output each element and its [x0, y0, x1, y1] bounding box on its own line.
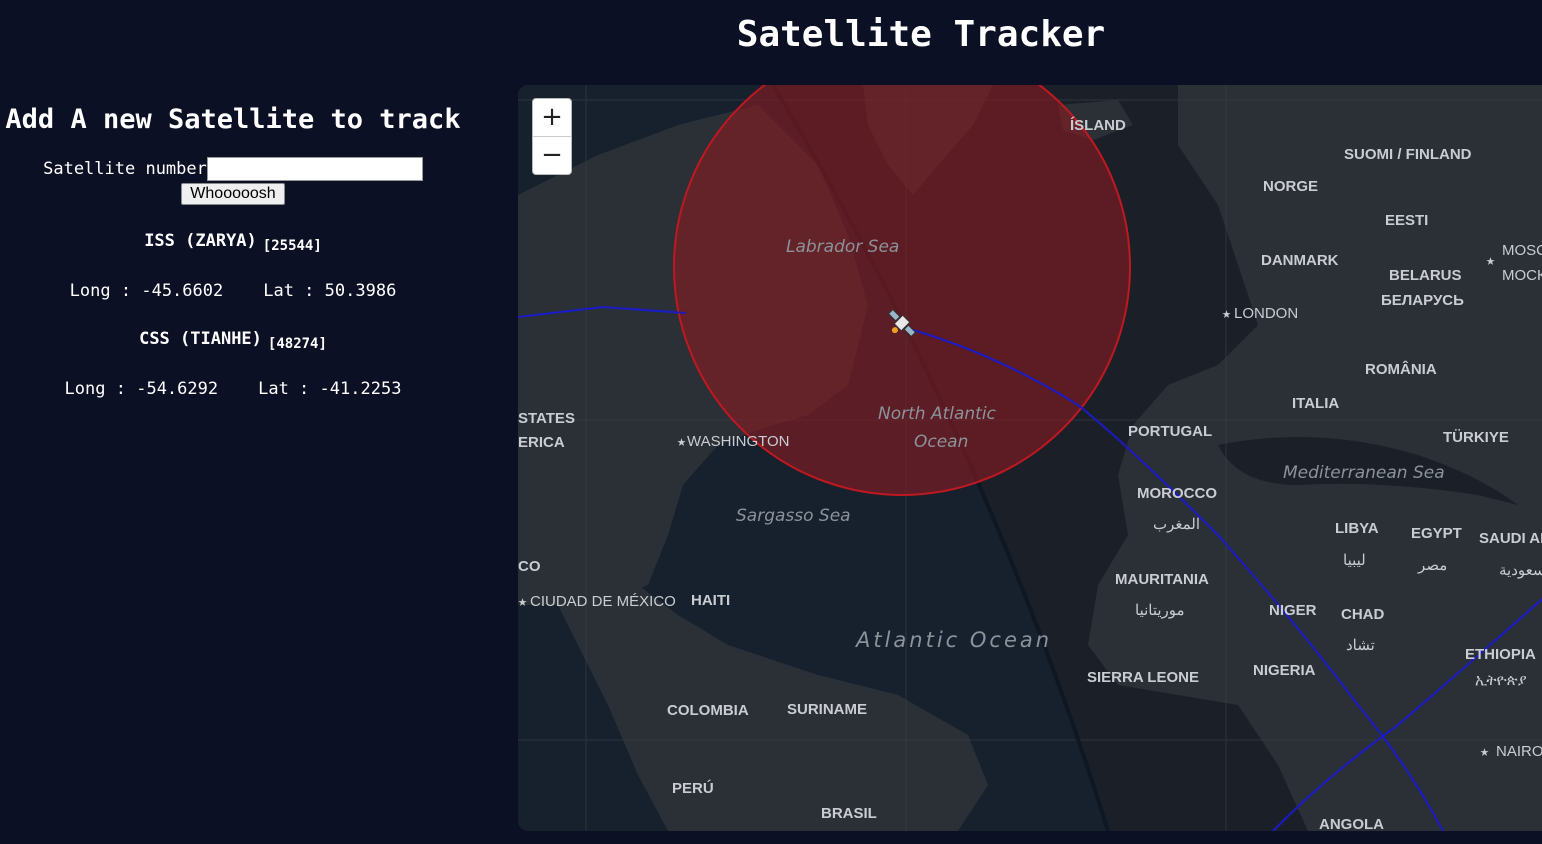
map-label: ETHIOPIA — [1465, 646, 1536, 663]
map-label: MOROCCO — [1137, 485, 1217, 502]
lat-label: Lat : — [263, 281, 315, 301]
map-label: NORGE — [1263, 178, 1318, 195]
lat-value: -41.2253 — [319, 379, 402, 399]
map-label: Ocean — [914, 432, 968, 452]
map-label: SUOMI / FINLAND — [1344, 146, 1472, 163]
lat-value: 50.3986 — [324, 281, 397, 301]
satellite-name: CSS (TIANHE) — [139, 329, 262, 349]
map-label: تشاد — [1346, 637, 1375, 654]
map-label: NIGERIA — [1253, 662, 1316, 679]
map-label: MOSC — [1502, 242, 1542, 259]
map-label: WASHINGTON — [687, 433, 790, 450]
map-label: STATES — [518, 410, 575, 427]
world-map[interactable]: ÍSLAND SUOMI / FINLAND NORGE EESTI DANMA… — [518, 85, 1542, 831]
map-label: EGYPT — [1411, 525, 1462, 542]
map-label: المغرب — [1153, 516, 1200, 533]
map-label: LONDON — [1234, 305, 1298, 322]
long-label: Long : — [64, 379, 126, 399]
lat-label: Lat : — [258, 379, 310, 399]
map-label: PORTUGAL — [1128, 423, 1212, 440]
zoom-control: + − — [532, 98, 572, 175]
map-label: ኢትዮጵያ — [1475, 672, 1527, 689]
map-label: NIGER — [1269, 602, 1317, 619]
map-label: Mediterranean Sea — [1283, 463, 1445, 483]
long-value: -45.6602 — [141, 281, 224, 301]
map-label: COLOMBIA — [667, 702, 749, 719]
capital-star-icon: ★ — [1486, 251, 1495, 269]
map-label: SURINAME — [787, 701, 867, 718]
page-title: Satellite Tracker — [736, 14, 1106, 55]
zoom-in-button[interactable]: + — [533, 99, 571, 136]
map-label: ROMÂNIA — [1365, 360, 1437, 378]
map-label: ERICA — [518, 434, 565, 451]
map-label: Sargasso Sea — [736, 506, 851, 526]
satellite-coordinates: Long : -45.6602 Lat : 50.3986 — [0, 281, 466, 301]
satellite-number-input[interactable] — [206, 157, 423, 181]
satellite-name: ISS (ZARYA) — [144, 231, 257, 251]
capital-star-icon: ★ — [518, 592, 527, 610]
map-label: БЕЛАРУСЬ — [1381, 292, 1464, 309]
satellite-entry: ISS (ZARYA) [25544] Long : -45.6602 Lat : … — [0, 231, 466, 301]
map-canvas[interactable]: ÍSLAND SUOMI / FINLAND NORGE EESTI DANMA… — [518, 85, 1542, 831]
satellite-number-row: Satellite number — [0, 157, 466, 181]
map-label: North Atlantic — [878, 404, 997, 424]
zoom-out-button[interactable]: − — [533, 136, 571, 174]
satellite-number: [25544] — [262, 238, 322, 254]
map-label: BELARUS — [1389, 267, 1462, 284]
capital-star-icon: ★ — [1480, 742, 1489, 760]
map-label: CIUDAD DE MÉXICO — [530, 593, 676, 610]
map-label: EESTI — [1385, 212, 1428, 229]
map-label: МОСК — [1502, 267, 1542, 284]
satellite-coordinates: Long : -54.6292 Lat : -41.2253 — [0, 379, 466, 399]
map-label: SAUDI AR — [1479, 530, 1542, 547]
map-label: Atlantic Ocean — [854, 628, 1052, 652]
map-label: SIERRA LEONE — [1087, 669, 1199, 686]
add-satellite-button[interactable]: Whooooosh — [181, 183, 285, 205]
satellite-number-label: Satellite number — [43, 159, 207, 179]
map-label: CHAD — [1341, 606, 1384, 623]
satellite-number: [48274] — [267, 336, 327, 352]
map-label: سعودية — [1499, 562, 1542, 579]
map-label: ITALIA — [1292, 395, 1339, 412]
map-label: DANMARK — [1261, 252, 1339, 269]
map-label: مصر — [1417, 557, 1447, 574]
sidebar: Add A new Satellite to track Satellite n… — [0, 104, 466, 399]
long-label: Long : — [69, 281, 132, 301]
capital-star-icon: ★ — [677, 432, 686, 450]
map-label: PERÚ — [672, 779, 714, 797]
map-label: ANGOLA — [1319, 816, 1384, 831]
satellite-entry: CSS (TIANHE) [48274] Long : -54.6292 Lat :… — [0, 329, 466, 399]
map-label: ÍSLAND — [1070, 117, 1126, 134]
map-label: BRASIL — [821, 805, 877, 822]
map-label: LIBYA — [1335, 520, 1379, 537]
map-label: TÜRKIYE — [1443, 429, 1509, 446]
map-label: CO — [518, 558, 541, 575]
map-label: موريتانيا — [1135, 602, 1185, 619]
long-value: -54.6292 — [136, 379, 219, 399]
capital-star-icon: ★ — [1222, 304, 1231, 322]
map-label: Labrador Sea — [786, 237, 899, 257]
map-label: MAURITANIA — [1115, 571, 1209, 588]
map-label: HAITI — [691, 592, 730, 609]
map-label: ليبيا — [1343, 552, 1366, 569]
add-satellite-heading: Add A new Satellite to track — [5, 104, 461, 135]
map-label: NAIRO — [1496, 743, 1542, 760]
